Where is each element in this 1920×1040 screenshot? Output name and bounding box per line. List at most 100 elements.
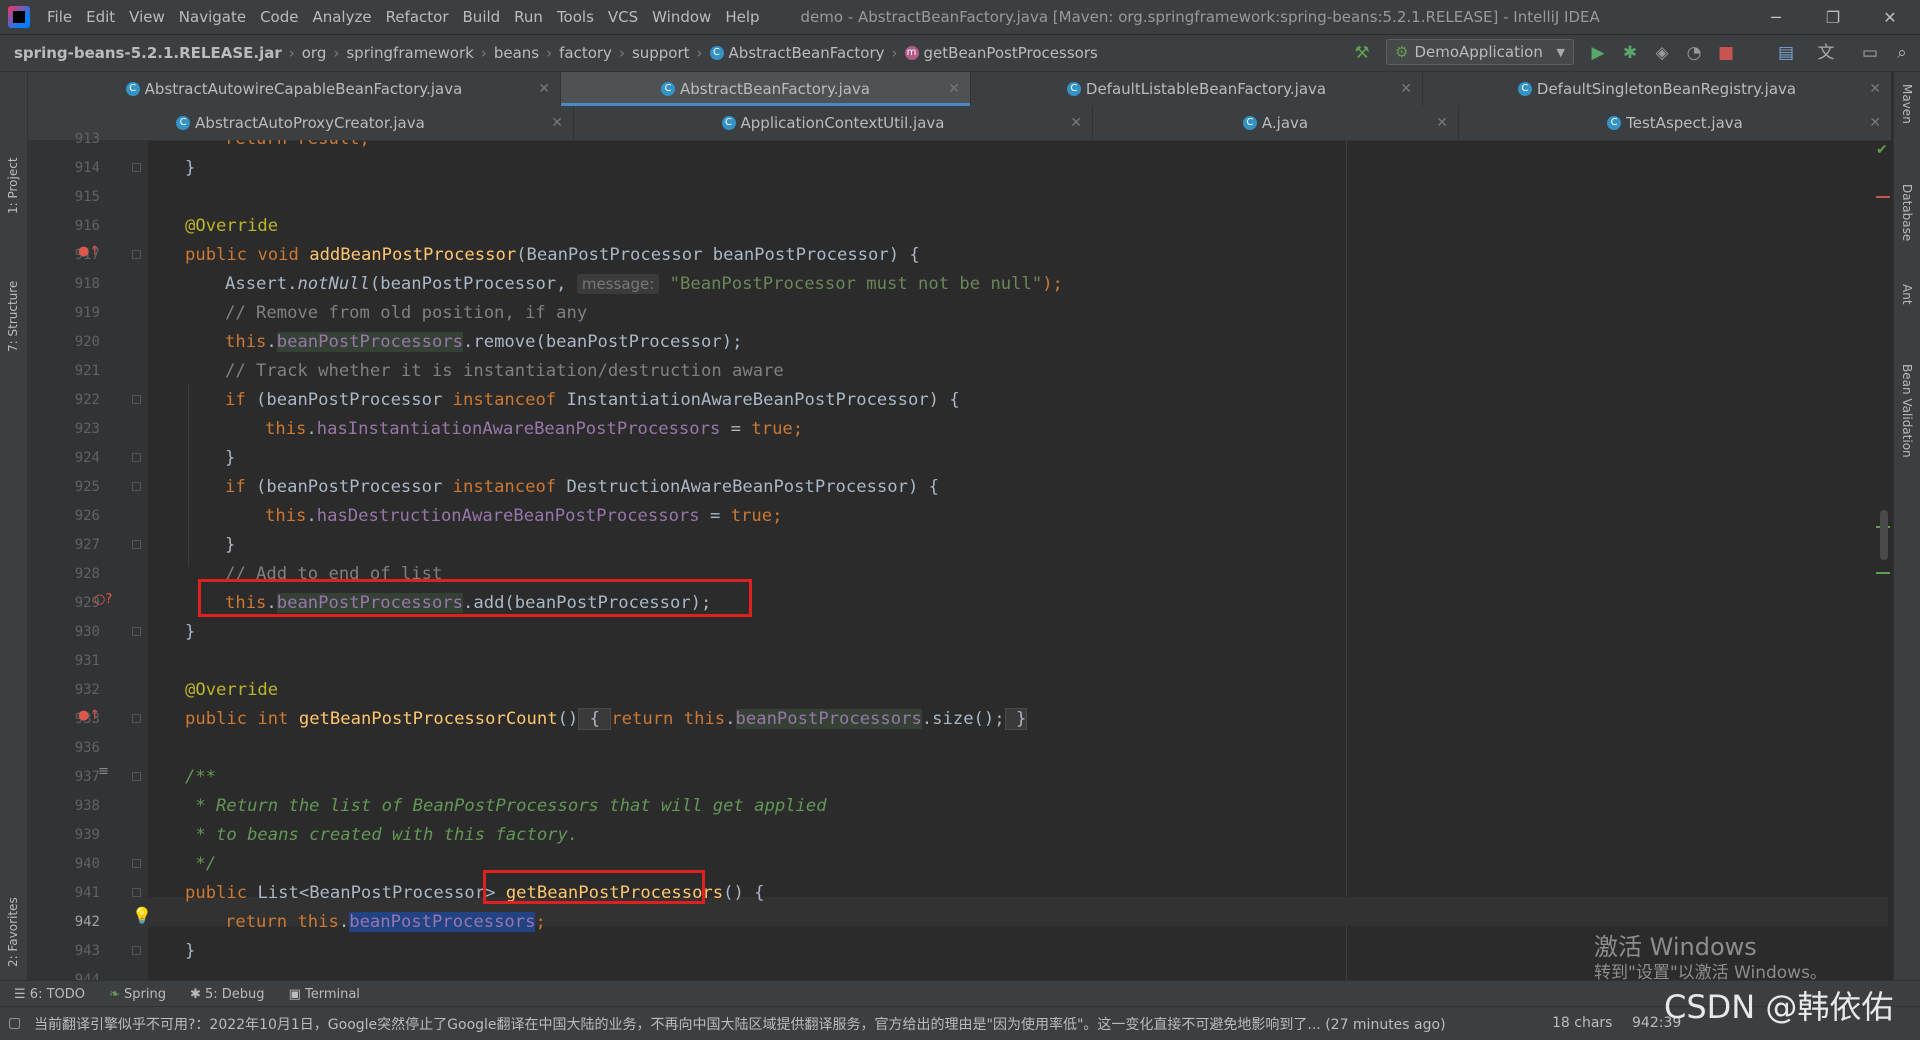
fold-marker[interactable] [132, 859, 141, 868]
close-icon[interactable]: ✕ [1869, 81, 1881, 97]
breadcrumb-method[interactable]: getBeanPostProcessors [924, 44, 1098, 62]
menu-window[interactable]: Window [645, 8, 718, 26]
menu-navigate[interactable]: Navigate [172, 8, 253, 26]
project-structure-icon[interactable]: ▤ [1776, 43, 1796, 63]
fold-marker[interactable] [132, 163, 141, 172]
breadcrumb-beans[interactable]: beans [494, 44, 539, 62]
restore-button[interactable]: ❐ [1805, 0, 1861, 34]
spring-tool-button[interactable]: ❧ Spring [109, 987, 166, 1002]
token-annotation: @Override [185, 680, 279, 700]
token-field: beanPostProcessors [735, 709, 922, 729]
token: . [306, 506, 317, 526]
minimize-button[interactable]: ─ [1748, 0, 1804, 34]
close-icon[interactable]: ✕ [1869, 115, 1881, 131]
terminal-tool-button[interactable]: ▣ Terminal [289, 987, 360, 1002]
status-message[interactable]: 当前翻译引擎似乎不可用?：2022年10月1日，Google突然停止了Googl… [34, 1014, 1446, 1034]
override-icon[interactable]: ●↑ [78, 244, 100, 259]
build-hammer-icon[interactable]: ⚒ [1352, 43, 1372, 63]
fold-marker[interactable] [132, 714, 141, 723]
token-keyword: if [225, 390, 246, 410]
token: (beanPostProcessor, [369, 274, 577, 294]
close-icon[interactable]: ✕ [948, 81, 960, 97]
fold-marker[interactable] [132, 627, 141, 636]
search-icon[interactable]: ⌕ [1892, 43, 1912, 63]
recursive-call-icon[interactable]: ○? [94, 592, 112, 607]
run-config-select[interactable]: ⚙ DemoApplication ▼ [1386, 39, 1574, 65]
close-icon[interactable]: ✕ [1436, 115, 1448, 131]
run-icon[interactable]: ▶ [1588, 43, 1608, 63]
menu-view[interactable]: View [122, 8, 172, 26]
class-icon: C [709, 46, 724, 60]
database-tool-button[interactable]: Database [1900, 184, 1914, 241]
bug-icon: ✱ [189, 986, 206, 1002]
breadcrumb-class[interactable]: AbstractBeanFactory [729, 44, 885, 62]
tab-abstract-bean-factory[interactable]: C AbstractBeanFactory.java ✕ [561, 72, 971, 106]
menu-edit[interactable]: Edit [79, 8, 122, 26]
tab-default-listable[interactable]: C DefaultListableBeanFactory.java ✕ [971, 72, 1423, 106]
menu-file[interactable]: File [40, 8, 79, 26]
tab-test-aspect[interactable]: C TestAspect.java ✕ [1459, 106, 1892, 140]
fold-marker[interactable] [132, 395, 141, 404]
breadcrumb-support[interactable]: support [632, 44, 690, 62]
close-icon[interactable]: ✕ [1070, 115, 1082, 131]
tab-a-java[interactable]: C A.java ✕ [1093, 106, 1459, 140]
close-icon[interactable]: ✕ [551, 115, 563, 131]
fold-marker[interactable] [132, 946, 141, 955]
close-icon[interactable]: ✕ [538, 81, 550, 97]
bean-validation-tool-button[interactable]: Bean Validation [1900, 364, 1914, 458]
token-keyword: instanceof [452, 390, 557, 410]
coverage-icon[interactable]: ◈ [1652, 43, 1672, 63]
ant-tool-button[interactable]: Ant [1900, 284, 1914, 305]
project-tool-button[interactable]: 1: Project [6, 157, 20, 214]
breadcrumb-jar[interactable]: spring-beans-5.2.1.RELEASE.jar [14, 44, 282, 62]
indent-guide [188, 383, 189, 479]
tab-application-context-util[interactable]: C ApplicationContextUtil.java ✕ [574, 106, 1093, 140]
token-keyword: return [225, 912, 288, 932]
folded-region[interactable]: { [578, 708, 612, 730]
token-method: getBeanPostProcessorCount [298, 709, 558, 729]
breadcrumb-org[interactable]: org [302, 44, 327, 62]
tab-abstract-auto-proxy[interactable]: C AbstractAutoProxyCreator.java ✕ [28, 106, 574, 140]
translate-icon[interactable]: 文 [1816, 43, 1836, 63]
menu-run[interactable]: Run [507, 8, 550, 26]
fold-marker[interactable] [132, 250, 141, 259]
layout-icon[interactable]: ▭ [1860, 43, 1880, 63]
folded-region[interactable]: } [1004, 708, 1028, 730]
panel-toggle-icon[interactable]: ▢ [8, 1015, 21, 1031]
profile-icon[interactable]: ◔ [1684, 43, 1704, 63]
fold-marker[interactable] [132, 453, 141, 462]
doc-render-icon[interactable]: ≡ [98, 764, 109, 779]
menu-build[interactable]: Build [456, 8, 508, 26]
menu-tools[interactable]: Tools [550, 8, 601, 26]
close-window-button[interactable]: ✕ [1862, 0, 1918, 34]
spring-boot-icon: ⚙ [1395, 43, 1409, 61]
menu-analyze[interactable]: Analyze [305, 8, 378, 26]
override-icon[interactable]: ●↑ [78, 708, 100, 723]
menu-help[interactable]: Help [718, 8, 766, 26]
breadcrumb-factory[interactable]: factory [559, 44, 612, 62]
tab-abstract-autowire[interactable]: C AbstractAutowireCapableBeanFactory.jav… [28, 72, 561, 106]
fold-marker[interactable] [132, 888, 141, 897]
debug-icon[interactable]: ✱ [1620, 43, 1640, 63]
favorites-tool-button[interactable]: 2: Favorites [6, 897, 20, 967]
token-keyword: this [225, 332, 267, 352]
fold-marker[interactable] [132, 772, 141, 781]
stop-icon[interactable]: ■ [1716, 43, 1736, 63]
fold-marker[interactable] [132, 482, 141, 491]
token-comment: // Remove from old position, if any [225, 303, 588, 323]
line-number: 926 [74, 508, 100, 524]
close-icon[interactable]: ✕ [1400, 81, 1412, 97]
code-line-933: public int getBeanPostProcessorCount() {… [185, 705, 1028, 734]
fold-marker[interactable] [132, 540, 141, 549]
breadcrumb-springframework[interactable]: springframework [346, 44, 473, 62]
code-editor[interactable]: return result; } @Override public void a… [148, 140, 1888, 980]
debug-tool-button[interactable]: ✱ 5: Debug [190, 987, 265, 1002]
structure-tool-button[interactable]: 7: Structure [6, 281, 20, 352]
tab-default-singleton[interactable]: C DefaultSingletonBeanRegistry.java ✕ [1423, 72, 1892, 106]
maven-tool-button[interactable]: Maven [1900, 84, 1914, 124]
line-number: 916 [74, 218, 100, 234]
menu-vcs[interactable]: VCS [601, 8, 645, 26]
todo-tool-button[interactable]: ☰ 6: TODO [14, 987, 85, 1002]
menu-refactor[interactable]: Refactor [379, 8, 456, 26]
menu-code[interactable]: Code [253, 8, 305, 26]
